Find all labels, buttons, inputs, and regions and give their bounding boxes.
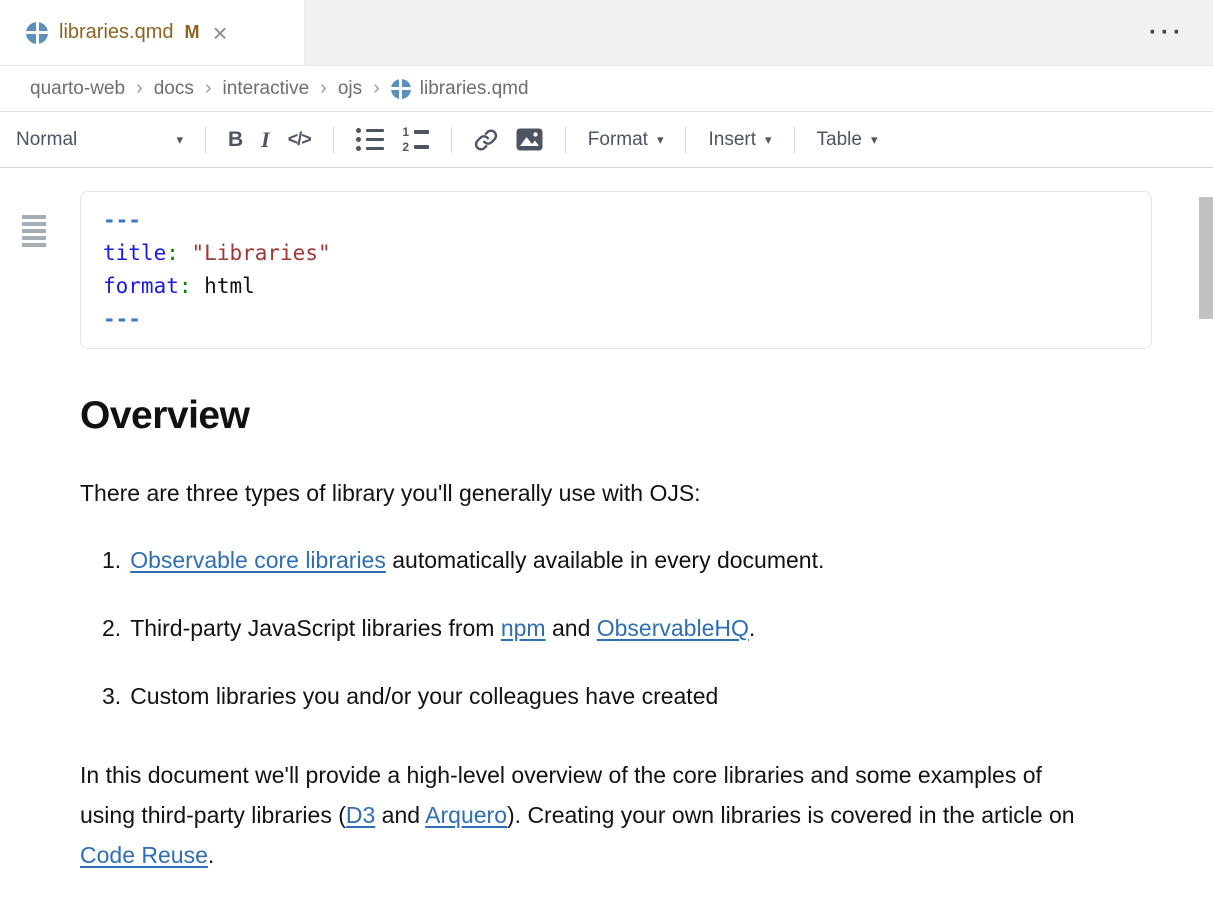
yaml-line: title: "Libraries": [103, 237, 1129, 270]
breadcrumb-separator-icon: ›: [320, 77, 327, 100]
list-item-number: 2.: [102, 615, 121, 642]
numbered-list-icon: 1 2: [402, 126, 429, 153]
inline-link[interactable]: Observable core libraries: [130, 547, 386, 573]
yaml-front-matter-block[interactable]: --- title: "Libraries" format: html ---: [80, 191, 1152, 349]
list-item: 1. Observable core libraries automatical…: [102, 547, 1133, 574]
list-item: 3. Custom libraries you and/or your coll…: [102, 683, 1133, 710]
toolbar-divider: [685, 127, 686, 153]
inline-link[interactable]: D3: [346, 802, 375, 828]
insert-menu-button[interactable]: Insert ▾: [699, 129, 780, 151]
toolbar-divider: [451, 127, 452, 153]
breadcrumb-separator-icon: ›: [136, 77, 143, 100]
paragraph-style-select[interactable]: Normal ▾: [16, 129, 192, 151]
chevron-down-icon: ▾: [765, 132, 772, 148]
inline-link[interactable]: ObservableHQ: [597, 615, 749, 641]
italic-icon: I: [261, 127, 270, 153]
table-menu-label: Table: [817, 129, 862, 151]
toolbar-divider: [565, 127, 566, 153]
block-drag-handle-icon[interactable]: [22, 215, 46, 247]
bulleted-list-icon: [356, 128, 384, 151]
inline-link[interactable]: npm: [501, 615, 546, 641]
yaml-line: ---: [103, 303, 1129, 336]
intro-paragraph: There are three types of library you'll …: [80, 480, 1133, 507]
visual-editor-content: --- title: "Libraries" format: html --- …: [0, 191, 1213, 909]
chevron-down-icon: ▾: [871, 132, 878, 148]
quarto-icon: [26, 22, 48, 44]
tab-bar: libraries.qmd M × ···: [0, 0, 1213, 66]
format-menu-button[interactable]: Format ▾: [579, 129, 673, 151]
breadcrumb-item-ojs[interactable]: ojs: [338, 78, 362, 100]
breadcrumb-item-file[interactable]: libraries.qmd: [391, 78, 529, 100]
link-icon: [474, 128, 498, 152]
toolbar-divider: [205, 127, 206, 153]
image-icon: [516, 128, 543, 151]
breadcrumb-item-quarto-web[interactable]: quarto-web: [30, 78, 125, 100]
paragraph-style-value: Normal: [16, 129, 77, 151]
more-actions-icon[interactable]: ···: [1149, 21, 1185, 45]
chevron-down-icon: ▾: [657, 132, 664, 148]
format-menu-label: Format: [588, 129, 648, 151]
breadcrumb-item-interactive[interactable]: interactive: [223, 78, 310, 100]
inline-code-button[interactable]: </>: [279, 129, 320, 150]
breadcrumb-separator-icon: ›: [205, 77, 212, 100]
inline-link[interactable]: Arquero: [425, 802, 507, 828]
page-title: Overview: [80, 394, 1133, 438]
breadcrumb-item-docs[interactable]: docs: [154, 78, 194, 100]
closing-paragraph: In this document we'll provide a high-le…: [80, 755, 1095, 875]
toolbar-divider: [333, 127, 334, 153]
tab-title: libraries.qmd: [59, 21, 173, 44]
library-types-list: 1. Observable core libraries automatical…: [80, 547, 1133, 710]
insert-menu-label: Insert: [708, 129, 756, 151]
bold-icon: B: [228, 128, 243, 152]
modified-badge: M: [184, 22, 199, 43]
quarto-icon: [391, 79, 411, 99]
tab-strip-empty-area: [305, 0, 1149, 65]
italic-button[interactable]: I: [252, 127, 279, 153]
breadcrumb-file-label: libraries.qmd: [420, 78, 529, 100]
editor-tab-libraries[interactable]: libraries.qmd M ×: [0, 0, 305, 65]
formatting-toolbar: Normal ▾ B I </> 1 2: [0, 112, 1213, 168]
code-icon: </>: [288, 129, 311, 150]
breadcrumb: quarto-web › docs › interactive › ojs › …: [0, 66, 1213, 112]
chevron-down-icon: ▾: [176, 132, 183, 148]
numbered-list-button[interactable]: 1 2: [393, 126, 438, 153]
bulleted-list-button[interactable]: [347, 128, 393, 151]
inline-link[interactable]: Code Reuse: [80, 842, 208, 868]
list-item-text: Observable core libraries automatically …: [130, 547, 824, 574]
list-item: 2. Third-party JavaScript libraries from…: [102, 615, 1133, 642]
bold-button[interactable]: B: [219, 128, 252, 152]
image-button[interactable]: [507, 128, 552, 151]
link-button[interactable]: [465, 128, 507, 152]
table-menu-button[interactable]: Table ▾: [808, 129, 887, 151]
scrollbar-thumb[interactable]: [1199, 197, 1213, 319]
list-item-number: 1.: [102, 547, 121, 574]
yaml-line: format: html: [103, 270, 1129, 303]
toolbar-divider: [794, 127, 795, 153]
breadcrumb-separator-icon: ›: [373, 77, 380, 100]
close-icon[interactable]: ×: [212, 20, 227, 46]
list-item-number: 3.: [102, 683, 121, 710]
list-item-text: Custom libraries you and/or your colleag…: [130, 683, 718, 710]
list-item-text: Third-party JavaScript libraries from np…: [130, 615, 755, 642]
yaml-line: ---: [103, 204, 1129, 237]
